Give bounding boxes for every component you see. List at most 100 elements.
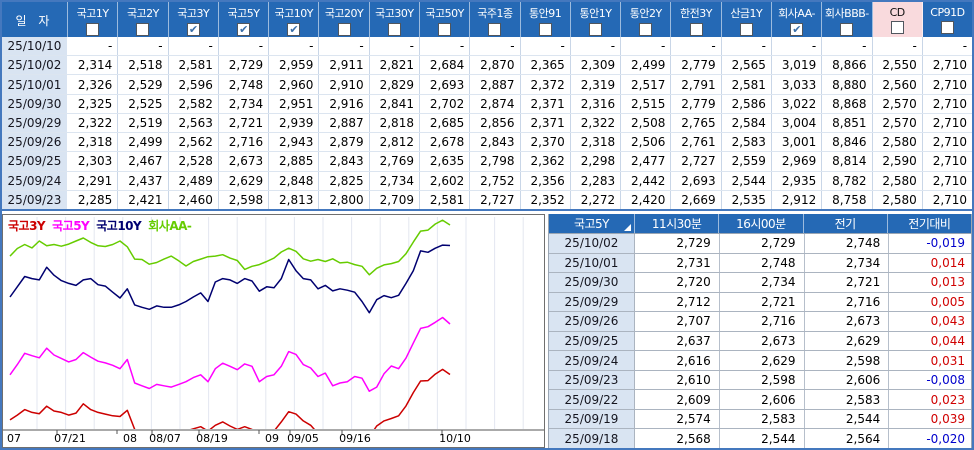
yield-cell: 2,580 [873, 171, 923, 190]
yield-cell: 2,669 [671, 190, 722, 209]
checkbox-16[interactable] [890, 21, 904, 34]
history-date-cell: 25/09/18 [549, 429, 635, 448]
checkbox-9[interactable] [538, 22, 552, 36]
yield-cell: - [962, 39, 968, 54]
column-header-9: 통안91 [521, 2, 571, 37]
date-cell: 25/10/10 [2, 37, 68, 56]
yield-cell: 3,033 [772, 75, 823, 94]
yield-cell: 8,814 [822, 152, 873, 171]
yield-cell: 2,570 [873, 113, 923, 133]
legend-item: 국고5Y [52, 219, 90, 233]
checkbox-10[interactable] [588, 22, 602, 36]
yield-cell: 2,283 [571, 171, 622, 190]
yield-cell: 2,559 [722, 152, 772, 171]
yield-cell: 2,887 [470, 75, 521, 94]
column-header-2: 국고3Y ✔ [169, 2, 219, 37]
value-1600-cell: 2,721 [720, 292, 805, 312]
yield-cell: 2,570 [873, 94, 923, 113]
history-row: 25/09/26 2,707 2,716 2,673 0,043 [549, 312, 971, 332]
column-label: 통안91 [529, 6, 562, 20]
yield-cell: - [269, 37, 320, 56]
date-cell: 25/10/01 [2, 75, 68, 94]
yield-cell: 2,365 [521, 56, 571, 75]
yield-cell: 2,916 [319, 94, 370, 113]
yield-cell: 2,848 [269, 171, 320, 190]
checkbox-6[interactable] [387, 22, 401, 36]
column-label: CP91D [930, 6, 965, 19]
x-axis-label: 09/05 [287, 432, 319, 444]
change-value-cell: 0,039 [930, 412, 965, 427]
prev-value-cell: 2,606 [805, 370, 890, 390]
checkbox-17[interactable] [940, 21, 954, 34]
sort-header-gukgo5y[interactable]: 국고5Y [549, 214, 635, 233]
checkbox-5[interactable] [337, 22, 351, 36]
checkbox-15[interactable] [840, 22, 854, 36]
table-row: 25/09/24 2,291 2,437 2,489 2,629 2,848 2,825 2,… [2, 171, 972, 191]
daily-yield-table-header: 일 자 국고1Y 국고2Y 국고3Y ✔ 국고5Y ✔ 국고10Y ✔ 국고20Y 국고30Y 국고… [2, 2, 972, 37]
checkbox-2[interactable]: ✔ [186, 22, 200, 36]
yield-cell: 2,309 [571, 56, 622, 75]
table-row: 25/10/02 2,314 2,518 2,581 2,729 2,959 2,911 2,… [2, 56, 972, 76]
checkbox-14[interactable]: ✔ [790, 22, 804, 36]
yield-cell: 2,596 [169, 75, 219, 94]
yield-cell: 2,693 [671, 171, 722, 190]
yield-cell: 2,798 [470, 152, 521, 171]
yield-cell: 8,758 [822, 190, 873, 209]
yield-cell: 2,710 [932, 96, 968, 111]
checkbox-7[interactable] [438, 22, 452, 36]
yield-cell: 2,870 [470, 56, 521, 75]
yield-cell: 2,371 [521, 94, 571, 113]
chart-svg: 07 07/21 08 08/07 08/19 09 09/05 09/16 10/10 [3, 217, 544, 444]
yield-cell: 2,370 [521, 133, 571, 152]
yield-cell: 2,356 [521, 171, 571, 190]
yield-cell: 2,515 [621, 94, 672, 113]
column-label: 국고2Y [126, 6, 159, 20]
yield-cell: 2,529 [118, 75, 169, 94]
yield-cell: 8,782 [822, 171, 873, 190]
value-1130-cell: 2,712 [635, 292, 720, 312]
series-line-국고5Y [9, 316, 451, 392]
column-header-15: 회사BBB- [822, 2, 873, 37]
column-header-14: 회사AA- ✔ [772, 2, 823, 37]
yield-cell: - [722, 37, 772, 56]
history-date-cell: 25/09/19 [549, 409, 635, 429]
yield-chart: 국고3Y 국고5Y 국고10Y 회사AA- 07 07/21 08 08/07 08/19 09… [2, 214, 545, 448]
yield-cell: 2,285 [68, 190, 119, 209]
yield-cell: 2,752 [470, 171, 521, 190]
column-header-10: 통안1Y [571, 2, 622, 37]
yield-cell: 2,318 [68, 133, 119, 152]
yield-cell: 2,602 [420, 171, 471, 190]
table-row: 25/09/23 2,285 2,421 2,460 2,598 2,813 2,800 2,… [2, 190, 972, 209]
checkbox-4[interactable]: ✔ [287, 22, 301, 36]
checkbox-12[interactable] [689, 22, 703, 36]
history-col-label: 국고5Y [573, 217, 610, 231]
series-line-국고10Y [9, 244, 451, 314]
checkbox-1[interactable] [136, 22, 150, 36]
yield-cell: 2,499 [118, 133, 169, 152]
yield-cell: 2,748 [219, 75, 270, 94]
yield-cell: 2,734 [219, 94, 270, 113]
yield-cell: 2,727 [671, 152, 722, 171]
change-value-cell: 0,023 [930, 392, 965, 407]
value-1600-cell: 2,544 [720, 429, 805, 448]
history-date-cell: 25/09/26 [549, 312, 635, 331]
checkbox-0[interactable] [86, 22, 100, 36]
checkbox-13[interactable] [739, 22, 753, 36]
col-header-1130: 11시30분 [635, 214, 720, 233]
checkbox-8[interactable] [488, 22, 502, 36]
yield-cell: - [118, 37, 169, 56]
yield-cell: 2,710 [932, 58, 968, 73]
checkbox-3[interactable]: ✔ [236, 22, 250, 36]
value-1600-cell: 2,583 [720, 409, 805, 429]
yield-cell: 2,959 [269, 56, 320, 75]
bottom-section: 국고3Y 국고5Y 국고10Y 회사AA- 07 07/21 08 08/07 08/19 09… [2, 214, 972, 448]
change-value-cell: -0,020 [926, 431, 965, 446]
value-1600-cell: 2,716 [720, 312, 805, 331]
yield-cell: 2,734 [370, 171, 420, 190]
checkbox-11[interactable] [639, 22, 653, 36]
yield-cell: 2,517 [621, 75, 672, 94]
history-col-label: 전기 [834, 217, 857, 231]
yield-cell: 2,437 [118, 171, 169, 190]
bond-yield-panel: 일 자 국고1Y 국고2Y 국고3Y ✔ 국고5Y ✔ 국고10Y ✔ 국고20Y 국고30Y 국고… [0, 0, 974, 450]
change-value-cell: -0,008 [926, 373, 965, 388]
